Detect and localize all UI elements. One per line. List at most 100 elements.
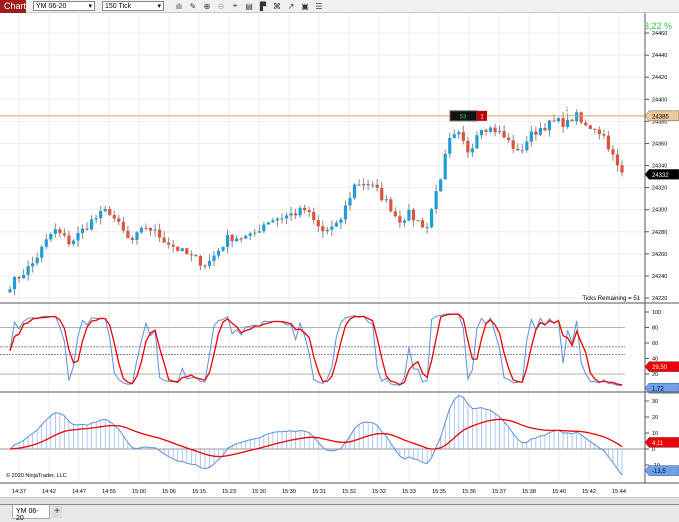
chart-menu-button[interactable]: Chart — [0, 0, 26, 13]
price-axis-label: 24460 — [652, 31, 667, 37]
macd-avg-tag: 4,11 — [652, 441, 664, 447]
macd-axis-label: 20 — [652, 415, 658, 421]
candle-body — [362, 184, 366, 186]
candle-body — [135, 232, 139, 240]
macd-diff-tag: -13,5 — [652, 469, 666, 475]
time-label: 15:00 — [132, 489, 146, 495]
time-label: 15:37 — [492, 489, 506, 495]
candle-body — [239, 238, 243, 240]
zoom-in-icon[interactable]: ⊕ — [200, 2, 214, 11]
candle-body — [31, 263, 35, 267]
candle-body — [511, 140, 515, 149]
time-label: 15:44 — [612, 489, 626, 495]
properties-icon[interactable]: ▤ — [242, 2, 256, 11]
candle-body — [597, 129, 601, 135]
add-tab-button[interactable]: + — [52, 506, 62, 518]
instrument-select[interactable]: YM 06-20 ▾ — [33, 1, 95, 11]
candle-body — [185, 248, 189, 255]
candle-body — [579, 112, 583, 123]
templates-icon[interactable]: ↗ — [284, 2, 298, 11]
candle-body — [158, 229, 162, 238]
candle-body — [507, 137, 511, 141]
interval-select[interactable]: 150 Tick ▾ — [102, 1, 164, 11]
time-label: 15:32 — [342, 489, 356, 495]
candle-body — [71, 240, 76, 245]
time-label: 14:55 — [102, 489, 116, 495]
time-label: 15:15 — [192, 489, 206, 495]
chevron-down-icon: ▾ — [157, 3, 161, 10]
candle-body — [130, 237, 134, 240]
candle-body — [40, 246, 44, 258]
candle-body — [307, 210, 311, 213]
candle-body — [448, 137, 452, 154]
candle-body — [230, 234, 234, 242]
data-box-icon[interactable]: ▣ — [298, 2, 312, 11]
candle-body — [384, 199, 388, 201]
price-axis-label: 24240 — [652, 274, 667, 280]
candle-body — [488, 127, 493, 132]
candle-body — [316, 220, 320, 227]
indicators-icon[interactable]: ⌘ — [270, 2, 284, 11]
candle-body — [552, 120, 556, 122]
candle-body — [12, 276, 17, 290]
candle-body — [570, 119, 574, 122]
candle-body — [226, 234, 230, 247]
candle-body — [212, 255, 216, 261]
candle-body — [339, 219, 343, 223]
candle-body — [22, 274, 26, 279]
candle-body — [176, 246, 180, 251]
time-label: 15:32 — [372, 489, 386, 495]
candle-body — [380, 187, 384, 201]
candle-body — [121, 221, 125, 231]
strategy-icon[interactable]: ▛ — [256, 2, 270, 11]
candle-body — [266, 222, 270, 225]
crosshair-icon[interactable]: ⌖ — [228, 1, 242, 11]
candle-body — [194, 255, 198, 257]
chart-area[interactable]: 2446024440244202440024380243602434024320… — [0, 13, 679, 497]
candle-body — [420, 220, 425, 228]
candle-body — [253, 232, 257, 234]
tab-ym-06-20[interactable]: YM 06-20 — [12, 505, 50, 522]
horizontal-scrollbar[interactable] — [0, 497, 679, 504]
candle-body — [171, 244, 175, 247]
candle-body — [516, 148, 520, 151]
candle-body — [461, 132, 465, 141]
time-label: 15:30 — [282, 489, 296, 495]
bar-type-icon[interactable]: ılı — [172, 2, 186, 11]
candle-body — [76, 232, 80, 241]
candle-body — [602, 134, 606, 136]
draw-icon[interactable]: ✎ — [186, 2, 200, 11]
candle-body — [407, 209, 411, 221]
candle-body — [262, 224, 266, 232]
candle-body — [611, 149, 615, 155]
candle-body — [470, 148, 474, 153]
candle-body — [520, 150, 524, 152]
candle-body — [375, 184, 379, 188]
price-axis-label: 24360 — [652, 141, 667, 147]
zoom-out-icon[interactable]: ⊖ — [214, 2, 228, 11]
candle-body — [162, 237, 166, 243]
time-label: 15:36 — [462, 489, 476, 495]
candle-body — [416, 220, 420, 222]
time-label: 14:47 — [72, 489, 86, 495]
price-axis-label: 24400 — [652, 97, 667, 103]
candle-body — [275, 218, 280, 221]
candle-body — [198, 256, 202, 266]
candle-body — [411, 209, 416, 221]
candle-body — [280, 218, 284, 220]
candle-body — [284, 215, 289, 219]
candle-body — [479, 129, 484, 136]
menu-icon[interactable]: ☰ — [312, 2, 326, 11]
candle-body — [298, 207, 302, 216]
candle-body — [547, 120, 552, 131]
candle-body — [221, 246, 225, 251]
candle-body — [248, 233, 252, 236]
candle-body — [498, 131, 502, 133]
position-price-tag: 24385 — [652, 114, 669, 120]
toolbar: Chart YM 06-20 ▾ 150 Tick ▾ ılı ✎ ⊕ ⊖ ⌖ ▤ … — [0, 0, 679, 13]
price-axis-label: 24260 — [652, 252, 667, 258]
time-label: 15:35 — [432, 489, 446, 495]
candle-body — [466, 140, 470, 153]
candle-body — [80, 228, 85, 233]
candle-body — [502, 131, 506, 138]
